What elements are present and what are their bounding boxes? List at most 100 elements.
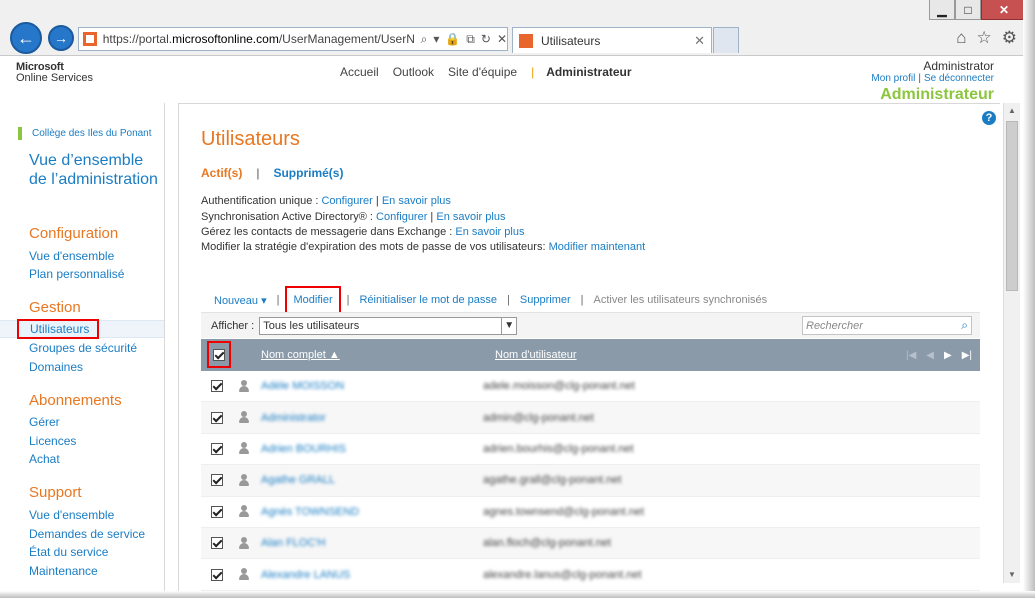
table-row[interactable]: Agathe GRALL agathe.grall@clg-ponant.net	[201, 465, 980, 497]
reset-password-button[interactable]: Réinitialiser le mot de passe	[359, 294, 497, 306]
settings-gear-icon[interactable]: ⚙	[1002, 28, 1017, 48]
sidebar-item-users[interactable]: Utilisateurs	[17, 319, 100, 339]
view-label: Afficher :	[211, 319, 255, 332]
user-full-name-link[interactable]: Adrien BOURHIS	[261, 443, 346, 455]
scroll-up-icon[interactable]: ▲	[1006, 105, 1018, 117]
activate-synced-button[interactable]: Activer les utilisateurs synchronisés	[594, 294, 768, 306]
row-checkbox[interactable]	[211, 537, 223, 550]
refresh-icon[interactable]: ↻	[481, 32, 491, 47]
table-row[interactable]: Adrien BOURHIS adrien.bourhis@clg-ponant.…	[201, 434, 980, 466]
next-page-icon[interactable]: ▶	[944, 350, 952, 361]
search-icon[interactable]: ⌕	[421, 32, 428, 47]
sidebar-item-security-groups[interactable]: Groupes de sécurité	[29, 341, 137, 355]
nav-team-site[interactable]: Site d'équipe	[448, 65, 517, 79]
compat-view-icon[interactable]: ⧉	[466, 32, 475, 47]
sidebar-item-service-health[interactable]: État du service	[29, 545, 108, 559]
tab-deleted[interactable]: Supprimé(s)	[273, 166, 343, 180]
main-panel: ? Utilisateurs Actif(s) | Supprimé(s) Au…	[178, 103, 1000, 598]
row-checkbox[interactable]	[211, 568, 223, 581]
row-checkbox[interactable]	[211, 380, 223, 393]
first-page-icon[interactable]: |◀	[906, 350, 916, 361]
table-row[interactable]: Alan FLOC'H alan.floch@clg-ponant.net	[201, 527, 980, 560]
prev-page-icon[interactable]: ◀	[926, 350, 934, 361]
minimize-button[interactable]: ▁	[929, 0, 955, 20]
sso-learn-more-link[interactable]: En savoir plus	[382, 195, 451, 207]
sidebar-item-config-overview[interactable]: Vue d'ensemble	[29, 249, 114, 263]
vertical-scrollbar[interactable]: ▲ ▼	[1003, 103, 1020, 583]
microsoft-logo[interactable]: Microsoft Online Services	[16, 62, 93, 84]
forward-button[interactable]: →	[48, 25, 74, 51]
organization-link[interactable]: Collège des Iles du Ponant	[18, 127, 152, 140]
browser-tab[interactable]: Utilisateurs ✕	[512, 27, 712, 53]
view-select[interactable]: Tous les utilisateurs ▼	[259, 316, 518, 335]
table-row[interactable]: Agnès TOWNSEND agnes.townsend@clg-ponant.…	[201, 497, 980, 528]
user-full-name-link[interactable]: Adèle MOISSON	[261, 380, 344, 392]
ad-configure-link[interactable]: Configurer	[376, 211, 427, 223]
ad-learn-more-link[interactable]: En savoir plus	[436, 211, 505, 223]
user-icon	[239, 473, 249, 487]
sidebar-item-manage[interactable]: Gérer	[29, 415, 60, 429]
new-tab-button[interactable]	[713, 27, 739, 53]
search-input[interactable]: Rechercher ⌕	[802, 316, 972, 335]
search-icon[interactable]: ⌕	[961, 318, 968, 333]
sidebar-item-domains[interactable]: Domaines	[29, 360, 83, 374]
frame-shadow-bottom	[0, 591, 1035, 598]
sidebar-item-licenses[interactable]: Licences	[29, 434, 76, 448]
tab-close-icon[interactable]: ✕	[694, 33, 705, 49]
last-page-icon[interactable]: ▶|	[962, 350, 972, 361]
user-full-name-link[interactable]: Alan FLOC'H	[261, 537, 325, 549]
password-modify-link[interactable]: Modifier maintenant	[549, 241, 646, 253]
exchange-learn-more-link[interactable]: En savoir plus	[455, 226, 524, 238]
table-row[interactable]: Administrator admin@clg-ponant.net	[201, 402, 980, 434]
dropdown-icon[interactable]: ▾	[433, 32, 439, 47]
home-icon[interactable]: ⌂	[956, 28, 966, 48]
table-row[interactable]: Adèle MOISSON adele.moisson@clg-ponant.ne…	[201, 371, 980, 403]
address-bar[interactable]: https://portal.microsoftonline.com/UserM…	[78, 27, 508, 51]
favorites-star-icon[interactable]: ☆	[977, 28, 992, 48]
scroll-thumb[interactable]	[1006, 121, 1018, 291]
lock-icon[interactable]: 🔒	[445, 32, 460, 47]
nav-admin[interactable]: Administrateur	[546, 65, 631, 79]
scroll-down-icon[interactable]: ▼	[1006, 569, 1018, 581]
table-row[interactable]: Alexandre LANUS alexandre.lanus@clg-ponan…	[201, 559, 980, 591]
user-icon	[239, 505, 249, 518]
tab-active[interactable]: Actif(s)	[201, 166, 242, 180]
browser-chrome: ▁ □ ✕ ← → https://portal.microsoftonline…	[0, 0, 1035, 56]
stop-icon[interactable]: ✕	[497, 32, 507, 47]
sign-out-link[interactable]: Se déconnecter	[924, 73, 994, 84]
back-button[interactable]: ←	[10, 22, 42, 54]
row-checkbox[interactable]	[211, 411, 223, 424]
sidebar-item-support-overview[interactable]: Vue d'ensemble	[29, 508, 114, 522]
sidebar-item-purchase[interactable]: Achat	[29, 452, 60, 466]
filter-bar: Afficher : Tous les utilisateurs ▼ Reche…	[201, 312, 980, 338]
tab-title: Utilisateurs	[541, 33, 601, 48]
close-window-button[interactable]: ✕	[981, 0, 1027, 20]
delete-button[interactable]: Supprimer	[520, 294, 571, 306]
modify-button[interactable]: Modifier	[285, 286, 341, 314]
user-full-name-link[interactable]: Agathe GRALL	[261, 474, 335, 486]
row-checkbox[interactable]	[211, 442, 223, 455]
nav-home[interactable]: Accueil	[340, 65, 379, 79]
section-configuration: Configuration	[29, 225, 119, 242]
user-full-name-link[interactable]: Administrator	[261, 412, 326, 424]
nav-outlook[interactable]: Outlook	[393, 65, 434, 79]
user-full-name-link[interactable]: Alexandre LANUS	[261, 569, 350, 581]
info-sso: Authentification unique : Configurer | E…	[201, 195, 451, 207]
column-full-name[interactable]: Nom complet ▲	[261, 349, 340, 361]
column-username[interactable]: Nom d'utilisateur	[495, 349, 577, 361]
arrow-left-icon: ←	[17, 27, 35, 48]
row-checkbox[interactable]	[211, 474, 223, 487]
sidebar-item-maintenance[interactable]: Maintenance	[29, 564, 98, 578]
sidebar-item-custom-plan[interactable]: Plan personnalisé	[29, 267, 124, 281]
info-ad-sync: Synchronisation Active Directory® : Conf…	[201, 211, 506, 223]
admin-overview-link[interactable]: Vue d’ensemble de l’administration	[29, 151, 159, 189]
sidebar-item-service-requests[interactable]: Demandes de service	[29, 527, 145, 541]
sso-configure-link[interactable]: Configurer	[321, 195, 372, 207]
new-button[interactable]: Nouveau ▾	[214, 294, 267, 307]
help-icon[interactable]: ?	[982, 111, 996, 125]
row-checkbox[interactable]	[211, 505, 223, 518]
my-profile-link[interactable]: Mon profil	[871, 73, 915, 84]
maximize-button[interactable]: □	[955, 0, 981, 20]
select-all-checkbox[interactable]	[213, 348, 225, 361]
user-full-name-link[interactable]: Agnès TOWNSEND	[261, 506, 359, 518]
